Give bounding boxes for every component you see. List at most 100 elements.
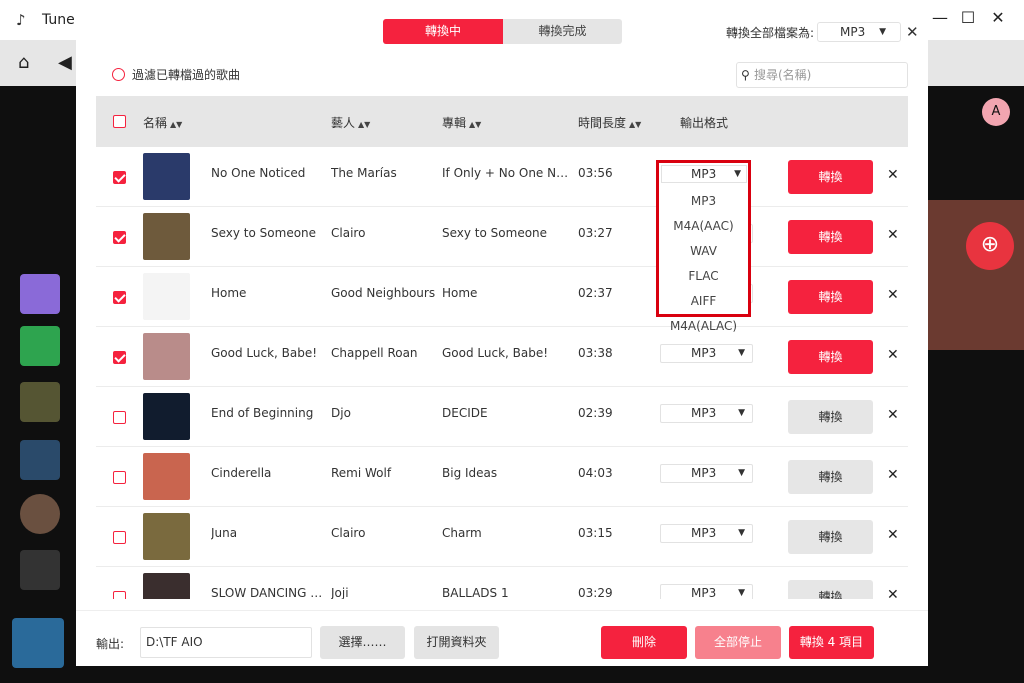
minimize-button[interactable]: — [925, 8, 955, 27]
song-duration: 03:56 [578, 166, 613, 180]
row-checkbox[interactable] [113, 171, 126, 184]
format-option[interactable]: M4A(ALAC) [659, 314, 748, 339]
row-convert-button[interactable]: 轉換 [788, 520, 873, 554]
caret-down-icon: ▼ [738, 528, 745, 538]
output-path-field[interactable]: D:\TF AIO [140, 627, 312, 658]
background-album-card [928, 200, 1024, 350]
convert-selected-button[interactable]: 轉換 4 項目 [789, 626, 874, 659]
song-name: Sexy to Someone [211, 226, 317, 240]
conversion-dialog: 轉換中 轉換完成 轉換全部檔案為: MP3 ▼ ✕ 過濾已轉檔過的歌曲 ⚲ 搜尋… [76, 10, 928, 666]
row-format-select[interactable]: MP3▼ [660, 464, 753, 483]
row-checkbox[interactable] [113, 411, 126, 424]
caret-down-icon: ▼ [738, 348, 745, 358]
format-option[interactable]: AIFF [659, 289, 748, 314]
row-checkbox[interactable] [113, 531, 126, 544]
column-format-header: 輸出格式 [680, 116, 729, 130]
remove-row-button[interactable]: ✕ [887, 227, 899, 243]
dialog-close-button[interactable]: ✕ [906, 23, 919, 41]
stop-all-button[interactable]: 全部停止 [695, 626, 781, 659]
row-convert-button[interactable]: 轉換 [788, 580, 873, 599]
table-row: No One Noticed The Marías If Only + No One… [96, 147, 908, 207]
remove-row-button[interactable]: ✕ [887, 467, 899, 483]
format-option[interactable]: WAV [659, 239, 748, 264]
format-option[interactable]: FLAC [659, 264, 748, 289]
search-placeholder: 搜尋(名稱) [754, 68, 812, 82]
tab-bar: 轉換中 轉換完成 [383, 19, 622, 44]
column-name-header[interactable]: 名稱 ▲▼ [143, 114, 182, 131]
table-row: Sexy to Someone Clairo Sexy to Someone 03:2… [96, 207, 908, 267]
row-checkbox[interactable] [113, 231, 126, 244]
row-convert-button[interactable]: 轉換 [788, 160, 873, 194]
sidebar-playlist-thumb [20, 440, 60, 480]
row-checkbox[interactable] [113, 471, 126, 484]
window-close-button[interactable]: ✕ [983, 8, 1013, 27]
song-name: Juna [211, 526, 238, 540]
row-convert-button[interactable]: 轉換 [788, 460, 873, 494]
home-icon[interactable]: ⌂ [18, 52, 29, 73]
tab-converted[interactable]: 轉換完成 [503, 19, 622, 44]
row-checkbox[interactable] [113, 351, 126, 364]
album-art [143, 393, 190, 440]
song-album: Charm [442, 526, 482, 540]
song-duration: 03:15 [578, 526, 613, 540]
row-format-select[interactable]: MP3▼ [660, 584, 753, 599]
filter-label: 過濾已轉檔過的歌曲 [132, 68, 241, 82]
song-album: BALLADS 1 [442, 586, 509, 599]
open-folder-button[interactable]: 打開資料夾 [414, 626, 499, 659]
table-row: HomeGood NeighboursHome02:37MP3▼轉換✕ [96, 267, 908, 327]
song-name: Good Luck, Babe! [211, 346, 318, 360]
row-checkbox[interactable] [113, 591, 126, 599]
song-artist: Djo [331, 406, 351, 420]
row-format-select[interactable]: MP3▼ [660, 344, 753, 363]
sort-icon: ▲▼ [469, 120, 482, 129]
convert-all-format-select[interactable]: MP3 ▼ [817, 22, 901, 42]
song-artist: Clairo [331, 226, 366, 240]
back-icon[interactable]: ◀ [58, 52, 72, 73]
tab-converting[interactable]: 轉換中 [383, 19, 503, 44]
row-convert-button[interactable]: 轉換 [788, 280, 873, 314]
song-duration: 03:38 [578, 346, 613, 360]
row-format-select[interactable]: MP3▼ [660, 524, 753, 543]
add-music-fab-icon[interactable]: ⊕ [966, 222, 1014, 270]
search-input[interactable]: ⚲ 搜尋(名稱) [736, 62, 908, 88]
format-dropdown-selected[interactable]: MP3 ▼ [661, 165, 747, 183]
row-convert-button[interactable]: 轉換 [788, 220, 873, 254]
row-convert-button[interactable]: 轉換 [788, 340, 873, 374]
song-album: Good Luck, Babe! [442, 346, 549, 360]
remove-row-button[interactable]: ✕ [887, 527, 899, 543]
column-album-header[interactable]: 專輯 ▲▼ [442, 114, 481, 131]
song-album: DECIDE [442, 406, 488, 420]
song-album: If Only + No One Notic… [442, 166, 575, 180]
sort-icon: ▲▼ [170, 120, 183, 129]
now-playing-thumb [12, 618, 64, 668]
format-dropdown-list: MP3 ▼ MP3 M4A(AAC) WAV FLAC AIFF M4A(ALAC) [656, 160, 751, 333]
select-all-checkbox[interactable] [113, 115, 126, 128]
avatar[interactable]: A [982, 98, 1010, 126]
song-name: Home [211, 286, 247, 300]
table-row: Cinderella Remi Wolf Big Ideas 04:03 MP3 ▼ 轉換 ✕ [96, 447, 908, 507]
choose-folder-button[interactable]: 選擇…… [320, 626, 405, 659]
song-duration: 03:29 [578, 586, 613, 599]
remove-row-button[interactable]: ✕ [887, 347, 899, 363]
album-art [143, 453, 190, 500]
maximize-button[interactable]: ☐ [953, 8, 983, 27]
delete-button[interactable]: 刪除 [601, 626, 687, 659]
remove-row-button[interactable]: ✕ [887, 407, 899, 423]
search-icon: ⚲ [741, 68, 750, 82]
song-duration: 02:39 [578, 406, 613, 420]
song-name: End of Beginning [211, 406, 314, 420]
column-duration-header[interactable]: 時間長度 ▲▼ [578, 114, 641, 131]
song-album: Home [442, 286, 478, 300]
filter-converted-option[interactable]: 過濾已轉檔過的歌曲 [112, 66, 240, 83]
remove-row-button[interactable]: ✕ [887, 587, 899, 599]
remove-row-button[interactable]: ✕ [887, 287, 899, 303]
column-artist-header[interactable]: 藝人 ▲▼ [331, 114, 370, 131]
filter-radio[interactable] [112, 68, 125, 81]
row-format-select[interactable]: MP3▼ [660, 404, 753, 423]
format-option[interactable]: MP3 [659, 189, 748, 214]
format-option[interactable]: M4A(AAC) [659, 214, 748, 239]
row-convert-button[interactable]: 轉換 [788, 400, 873, 434]
song-duration: 04:03 [578, 466, 613, 480]
row-checkbox[interactable] [113, 291, 126, 304]
remove-row-button[interactable]: ✕ [887, 167, 899, 183]
